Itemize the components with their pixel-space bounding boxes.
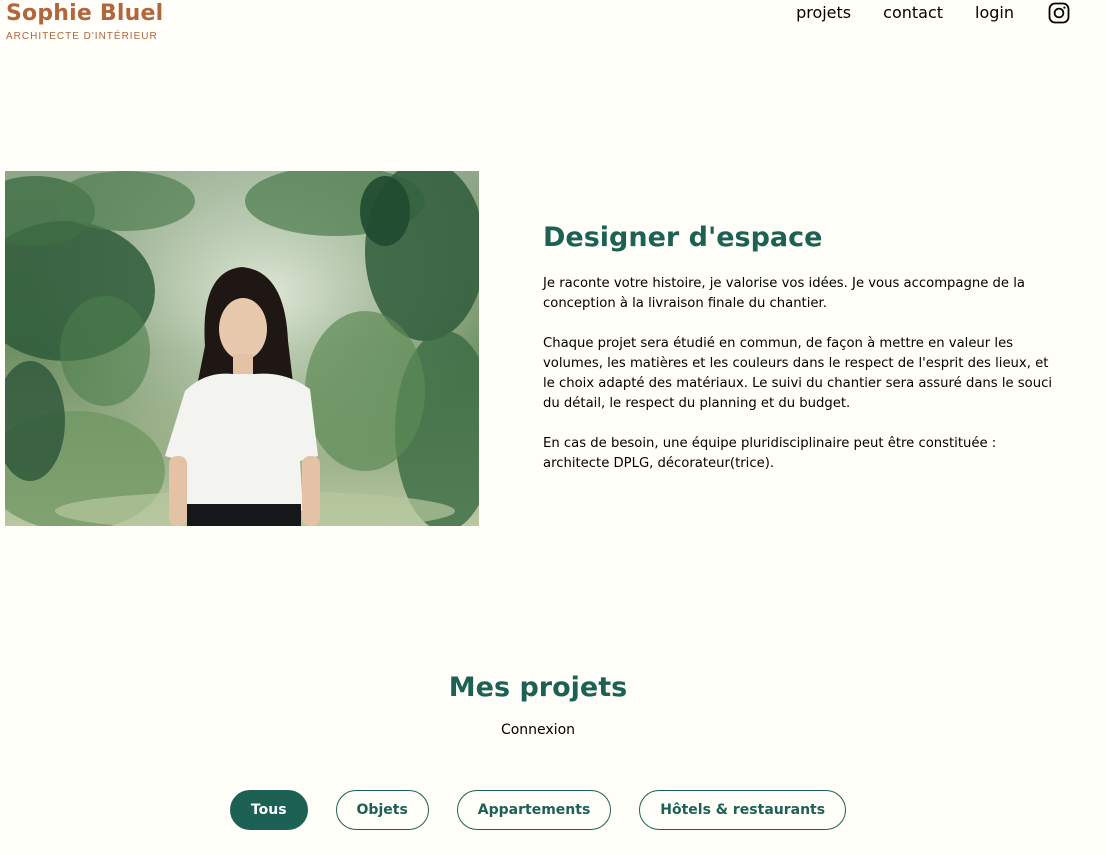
filter-bar: Tous Objets Appartements Hôtels & restau… [0, 790, 1076, 830]
introduction-paragraph: En cas de besoin, une équipe pluridiscip… [543, 436, 997, 471]
filter-hotels-restaurants-button[interactable]: Hôtels & restaurants [639, 790, 847, 830]
filter-all-button[interactable]: Tous [229, 790, 308, 830]
portrait-photo [5, 171, 479, 526]
projects-title: Mes projets [448, 672, 628, 703]
logo-subtitle: ARCHITECTE D'INTÉRIEUR [6, 31, 158, 42]
page: Sophie Bluel ARCHITECTE D'INTÉRIEUR proj… [0, 0, 1106, 855]
nav-login-link[interactable]: login [975, 2, 1014, 24]
main-nav: projets contact login [796, 2, 1070, 24]
introduction-title: Designer d'espace [543, 222, 823, 253]
nav-projects-link[interactable]: projets [796, 2, 851, 24]
introduction-paragraph: Je raconte votre histoire, je valorise v… [543, 276, 1025, 311]
filter-objects-button[interactable]: Objets [335, 790, 429, 830]
introduction-text: Designer d'espace Je raconte votre histo… [543, 220, 1058, 494]
introduction-paragraph: Chaque projet sera étudié en commun, de … [543, 336, 1053, 411]
filter-apartments-button[interactable]: Appartements [456, 790, 612, 830]
logo[interactable]: Sophie Bluel ARCHITECTE D'INTÉRIEUR [6, 0, 163, 42]
nav-contact-link[interactable]: contact [883, 2, 943, 24]
logo-title: Sophie Bluel [6, 1, 164, 26]
instagram-icon[interactable] [1048, 2, 1070, 24]
connexion-link[interactable]: Connexion [0, 720, 1076, 740]
